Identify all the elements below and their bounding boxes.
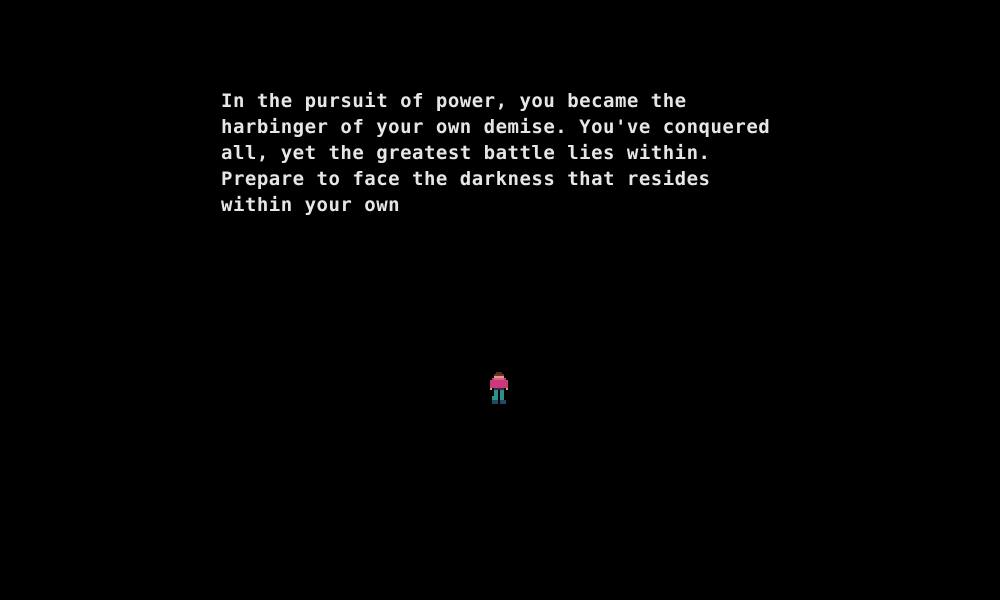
- player-character-sprite: [490, 372, 508, 404]
- dialogue-line-4: Prepare to face the darkness that reside…: [221, 168, 711, 190]
- dialogue-line-1: In the pursuit of power, you became the: [221, 90, 687, 112]
- dialogue-line-5: within your own: [221, 194, 401, 216]
- dialogue-text: In the pursuit of power, you became the …: [221, 88, 791, 218]
- dialogue-line-2: harbinger of your own demise. You've con…: [221, 116, 771, 138]
- dialogue-line-3: all, yet the greatest battle lies within…: [221, 142, 711, 164]
- game-screen: In the pursuit of power, you became the …: [0, 0, 1000, 600]
